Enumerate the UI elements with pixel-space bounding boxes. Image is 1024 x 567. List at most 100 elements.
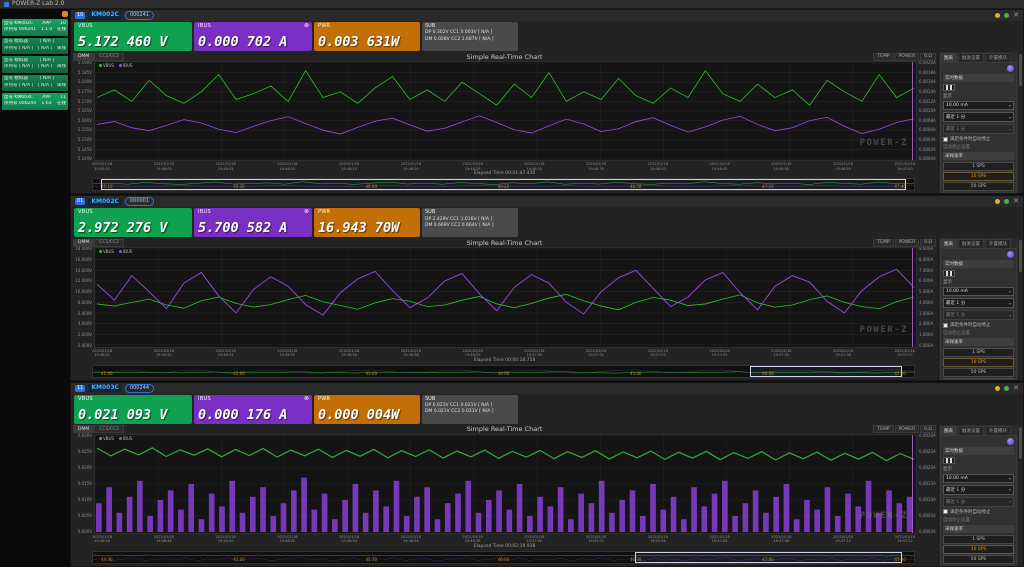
sample-rate-option[interactable]: 10 SPS	[943, 172, 1014, 181]
tab-cc1-cc2[interactable]: CC1/CC2	[94, 238, 125, 247]
close-icon[interactable]: ✕	[1013, 198, 1019, 205]
close-icon[interactable]: ✕	[1013, 12, 1019, 19]
auto-stop-checkbox[interactable]: 满足条件时自动停止	[943, 322, 1014, 328]
chart-plot-area[interactable]: VBUS IBUS POWER-Z	[94, 61, 917, 162]
maximize-dot[interactable]	[1004, 385, 1010, 391]
sample-rate-option[interactable]: 10 SPS	[943, 544, 1014, 554]
auto-stop-checkbox[interactable]: 满足条件时自动停止	[943, 509, 1014, 515]
ohm-button[interactable]: 0.Ω	[920, 238, 936, 247]
y-tick-label: 0.0005A	[919, 512, 936, 518]
minimize-dot[interactable]	[995, 385, 1001, 391]
settings-tab-module[interactable]: 外置模块	[985, 425, 1011, 435]
scrollbar[interactable]	[1018, 238, 1023, 380]
minimize-dot[interactable]	[995, 13, 1001, 18]
navigator-selection-box[interactable]	[749, 365, 902, 377]
scrollbar-thumb[interactable]	[1019, 240, 1022, 273]
pause-button[interactable]	[943, 84, 955, 91]
x-axis: 2022/01/18 19:46:51 2022/01/18 19:46:52 2022…	[73, 348, 936, 358]
tab-dmm[interactable]: DMM	[73, 425, 95, 434]
tab-cc1-cc2[interactable]: CC1/CC2	[94, 425, 125, 434]
ohm-button[interactable]: 0.Ω	[920, 52, 936, 61]
device-name[interactable]: KM002C	[88, 11, 122, 20]
y-tick-label: 0.0016A	[919, 79, 936, 85]
navigator-selection-box[interactable]	[634, 551, 902, 563]
temp-button[interactable]: TEMP	[873, 238, 894, 247]
power-button[interactable]: POWER	[894, 425, 920, 434]
y-axis-left: 18.000V 16.000V 14.000V 12.000V 10.000V 8.000…	[73, 247, 94, 347]
checkbox-icon[interactable]	[943, 136, 948, 142]
navigator-selection-box[interactable]	[101, 179, 906, 191]
maximize-dot[interactable]	[1004, 199, 1010, 205]
settings-tab-chart[interactable]: 图表	[940, 425, 957, 435]
device-card[interactable]: 型号 模拟器[ N/A ] 序列号 [ N/A ][ N/A ] 离线	[2, 56, 68, 73]
power-button[interactable]: POWER	[894, 238, 920, 247]
tab-cc1-cc2[interactable]: CC1/CC2	[94, 52, 125, 61]
settings-icon[interactable]	[62, 11, 68, 17]
settings-tab-module[interactable]: 外置模块	[985, 53, 1011, 62]
scrollbar[interactable]	[1018, 52, 1023, 194]
device-card[interactable]: 型号 KM003C APP 11 序列号 000244 1.63 在线	[2, 93, 68, 110]
time-window-select[interactable]: 最近 1 分 ▾	[943, 484, 1014, 495]
sample-rate-option[interactable]: 1000 SPS	[943, 378, 1014, 379]
pause-button[interactable]	[943, 456, 955, 464]
settings-tab-trigger[interactable]: 触发设置	[958, 239, 984, 249]
minimize-dot[interactable]	[995, 199, 1001, 205]
settings-tab-chart[interactable]: 图表	[940, 239, 957, 249]
x-tick-label: 2022/01/18 19:46:20	[400, 162, 421, 171]
sample-rate-option[interactable]: 50 SPS	[943, 368, 1014, 378]
time-window-select[interactable]: 最近 1 分 ▾	[943, 298, 1014, 309]
device-card[interactable]: 型号 模拟器[ N/A ] 序列号 [ N/A ][ N/A ] 离线	[2, 37, 68, 54]
panel-header: 11 KM003C 000244 ✕	[71, 382, 1023, 394]
temp-button[interactable]: TEMP	[873, 52, 894, 61]
circle-x-icon[interactable]: ⊗	[304, 209, 309, 215]
device-status: 在线	[56, 101, 66, 107]
sample-rate-option[interactable]: 1000 SPS	[943, 564, 1014, 565]
ibus-box: IBUS ⊗ 0.000 702 A	[194, 22, 312, 51]
chart-navigator[interactable]: 44:30 45:00 45:30 46:00 46:30 47:00 47:30	[92, 550, 915, 564]
current-scale-select[interactable]: 10.00 mA ▾	[943, 473, 1014, 483]
sample-rate-option[interactable]: 50 SPS	[943, 182, 1014, 191]
time-window-select[interactable]: 最近 1 分 ▾	[943, 112, 1014, 122]
scrollbar-thumb[interactable]	[1019, 426, 1022, 459]
sample-rate-option[interactable]: 1 SPS	[943, 162, 1014, 171]
sample-rate-option[interactable]: 1 SPS	[943, 348, 1014, 358]
temp-button[interactable]: TEMP	[873, 425, 894, 434]
chart-plot-area[interactable]: VBUS IBUS POWER-Z	[94, 247, 917, 348]
checkbox-icon[interactable]	[943, 509, 948, 515]
x-tick-label: 2022/01/18 19:47:00	[894, 162, 915, 171]
current-scale-select[interactable]: 10.00 mA ▾	[943, 101, 1014, 110]
sample-rate-option[interactable]: 50 SPS	[943, 554, 1014, 564]
power-value: 0.003 631W	[318, 34, 400, 51]
checkbox-icon[interactable]	[943, 322, 948, 328]
x-tick-label: 2022/01/18 19:46:59	[462, 348, 483, 358]
close-icon[interactable]: ✕	[1013, 384, 1019, 392]
device-card[interactable]: 型号 KM002C APP 10 序列号 000241 1.1.0 在线	[2, 19, 68, 36]
device-name[interactable]: KM002C	[88, 197, 122, 207]
settings-tab-trigger[interactable]: 触发设置	[958, 425, 984, 435]
sample-rate-option[interactable]: 10 SPS	[943, 358, 1014, 368]
sample-rate-option[interactable]: 1000 SPS	[943, 192, 1014, 193]
device-card[interactable]: 型号 模拟器[ N/A ] 序列号 [ N/A ][ N/A ] 离线	[2, 74, 68, 91]
scrollbar-thumb[interactable]	[1019, 54, 1022, 86]
scrollbar[interactable]	[1018, 424, 1023, 566]
tab-dmm[interactable]: DMM	[73, 52, 95, 61]
settings-tab-chart[interactable]: 图表	[940, 53, 957, 62]
chart-navigator[interactable]: 41:00 42:00 43:00 44:00 45:00 46:00 47:00	[92, 364, 915, 378]
chart-plot-area[interactable]: VBUS IBUS POWER-Z	[94, 433, 917, 534]
legend-vbus: VBUS	[99, 436, 114, 441]
tab-dmm[interactable]: DMM	[73, 238, 95, 247]
sample-rate-option[interactable]: 1 SPS	[943, 534, 1014, 544]
current-scale-select[interactable]: 10.00 mA ▾	[943, 287, 1014, 297]
circle-x-icon[interactable]: ⊗	[304, 395, 309, 402]
device-name[interactable]: KM003C	[88, 383, 122, 393]
power-button[interactable]: POWER	[894, 52, 920, 61]
legend-dot-green	[99, 436, 102, 440]
chart-navigator[interactable]: 45:10 45:35 46:00 46:25 46:50 47:15 47:40	[92, 178, 915, 192]
pause-button[interactable]	[943, 270, 955, 278]
maximize-dot[interactable]	[1004, 13, 1010, 18]
settings-tab-module[interactable]: 外置模块	[985, 239, 1011, 249]
circle-x-icon[interactable]: ⊗	[304, 23, 309, 29]
settings-tab-trigger[interactable]: 触发设置	[958, 53, 984, 62]
auto-stop-checkbox[interactable]: 满足条件时自动停止	[943, 136, 1014, 142]
ohm-button[interactable]: 0.Ω	[920, 425, 936, 434]
